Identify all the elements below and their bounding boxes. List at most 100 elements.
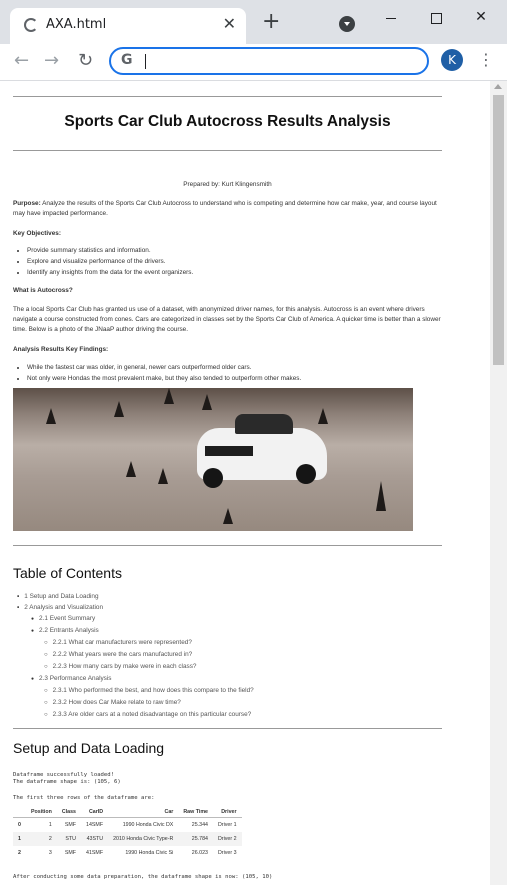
autocross-paragraph: The a local Sports Car Club has granted … bbox=[13, 306, 441, 333]
cone-shape bbox=[376, 481, 386, 511]
toc-link[interactable]: 2.3 Performance Analysis bbox=[13, 673, 254, 685]
table-cell: Driver 2 bbox=[212, 832, 242, 846]
close-tab-icon[interactable]: ✕ bbox=[223, 15, 236, 33]
toc-link[interactable]: 2.3.3 Are older cars at a noted disadvan… bbox=[13, 709, 254, 721]
browser-menu-button[interactable]: ⋮ bbox=[478, 50, 494, 70]
table-cell: SMF bbox=[64, 850, 76, 856]
profile-avatar[interactable]: K bbox=[441, 49, 463, 71]
table-cell: Driver 1 bbox=[217, 822, 237, 828]
table-header-row: Position Class CarID Car Raw Time Driver bbox=[13, 807, 242, 818]
autocross-heading: What is Autocross? bbox=[13, 287, 73, 294]
prepared-by: Prepared by: Kurt Klingensmith bbox=[183, 181, 272, 188]
table-cell: 2 bbox=[25, 832, 57, 846]
cone-shape bbox=[318, 408, 328, 424]
objectives-heading: Key Objectives: bbox=[13, 230, 61, 237]
column-header: Position bbox=[25, 807, 57, 818]
autocross-photo bbox=[13, 388, 413, 531]
purpose-paragraph: Purpose: Analyze the results of the Spor… bbox=[13, 199, 442, 219]
column-header: Car bbox=[108, 807, 179, 818]
table-cell: 26.023 bbox=[191, 850, 208, 856]
reload-button[interactable]: ↻ bbox=[78, 50, 93, 72]
wheel-shape bbox=[203, 468, 223, 488]
cone-shape bbox=[164, 388, 174, 404]
divider bbox=[13, 728, 442, 729]
toc-link[interactable]: 2.1 Event Summary bbox=[13, 613, 254, 625]
table-cell: 1990 Honda Civic DX bbox=[122, 822, 174, 828]
toc-link[interactable]: 2.2 Entrants Analysis bbox=[13, 625, 254, 637]
cone-shape bbox=[202, 394, 212, 410]
toc-link[interactable]: 2.2.2 What years were the cars manufactu… bbox=[13, 649, 254, 661]
column-header: CarID bbox=[81, 807, 109, 818]
browser-tab[interactable]: AXA.html ✕ bbox=[10, 8, 246, 44]
tab-title: AXA.html bbox=[46, 17, 107, 32]
forward-button[interactable]: → bbox=[44, 50, 59, 72]
page-title: Sports Car Club Autocross Results Analys… bbox=[64, 113, 391, 130]
list-item: While the fastest car was older, in gene… bbox=[27, 362, 442, 373]
purpose-text: Analyze the results of the Sports Car Cl… bbox=[13, 200, 437, 217]
toc-link[interactable]: 2.2.3 How many cars by make were in each… bbox=[13, 661, 254, 673]
loading-favicon-icon bbox=[24, 18, 38, 32]
findings-heading: Analysis Results Key Findings: bbox=[13, 346, 109, 353]
output-line: The first three rows of the dataframe ar… bbox=[13, 795, 155, 801]
scroll-up-arrow-icon[interactable] bbox=[494, 84, 502, 89]
toc-heading: Table of Contents bbox=[13, 565, 122, 581]
toc-link[interactable]: 2.3.2 How does Car Make relate to raw ti… bbox=[13, 697, 254, 709]
table-cell: 14SMF bbox=[86, 822, 104, 828]
car-grille-shape bbox=[205, 446, 253, 456]
cone-shape bbox=[126, 461, 136, 477]
tab-strip: AXA.html ✕ + ✕ bbox=[0, 0, 507, 44]
back-button[interactable]: ← bbox=[14, 50, 29, 72]
car-window-shape bbox=[235, 414, 293, 434]
column-header: Raw Time bbox=[178, 807, 213, 818]
table-cell: 2010 Honda Civic Type-R bbox=[108, 832, 179, 846]
list-item: Not only were Hondas the most prevalent … bbox=[27, 373, 442, 384]
toc-link[interactable]: 2 Analysis and Visualization bbox=[13, 602, 254, 613]
table-of-contents: 1 Setup and Data Loading 2 Analysis and … bbox=[13, 591, 254, 721]
minimize-button[interactable] bbox=[376, 6, 406, 30]
address-bar[interactable]: G bbox=[109, 47, 429, 75]
page-scrollbar[interactable] bbox=[490, 81, 507, 885]
scrollbar-thumb[interactable] bbox=[493, 95, 504, 365]
wheel-shape bbox=[296, 464, 316, 484]
column-header bbox=[13, 807, 26, 818]
table-cell: 25.344 bbox=[191, 822, 208, 828]
table-cell: 25.784 bbox=[178, 832, 213, 846]
column-header: Driver bbox=[212, 807, 242, 818]
table-cell: 1 bbox=[48, 822, 52, 828]
list-item: Provide summary statistics and informati… bbox=[27, 245, 442, 256]
divider bbox=[13, 545, 442, 546]
row-index: 2 bbox=[18, 850, 21, 856]
close-window-button[interactable]: ✕ bbox=[466, 6, 496, 30]
tab-search-icon[interactable] bbox=[339, 16, 355, 32]
table-row: 0 1 SMF 14SMF 1990 Honda Civic DX 25.344… bbox=[13, 818, 242, 833]
toc-link[interactable]: 2.2.1 What car manufacturers were repres… bbox=[13, 637, 254, 649]
page-viewport: Sports Car Club Autocross Results Analys… bbox=[0, 81, 490, 885]
table-cell: 43STU bbox=[81, 832, 109, 846]
cone-shape bbox=[46, 408, 56, 424]
new-tab-button[interactable]: + bbox=[262, 11, 280, 33]
divider bbox=[13, 150, 442, 151]
cone-shape bbox=[223, 508, 233, 524]
toc-link[interactable]: 2.3.1 Who performed the best, and how do… bbox=[13, 685, 254, 697]
output-line: The dataframe shape is: (105, 6) bbox=[13, 779, 121, 785]
browser-toolbar: ← → ↻ G K ⋮ bbox=[0, 44, 507, 81]
toc-link[interactable]: 1 Setup and Data Loading bbox=[13, 591, 254, 602]
purpose-label: Purpose: bbox=[13, 200, 41, 207]
findings-list: While the fastest car was older, in gene… bbox=[13, 362, 442, 384]
divider bbox=[13, 96, 442, 97]
row-index: 1 bbox=[13, 832, 26, 846]
google-icon: G bbox=[121, 52, 133, 68]
table-cell: 1990 Honda Civic Si bbox=[125, 850, 174, 856]
setup-heading: Setup and Data Loading bbox=[13, 740, 165, 756]
table-cell: Driver 3 bbox=[217, 850, 237, 856]
table-cell: SMF bbox=[64, 822, 76, 828]
list-item: Identify any insights from the data for … bbox=[27, 267, 442, 278]
table-cell: STU bbox=[56, 832, 81, 846]
table-row: 1 2 STU 43STU 2010 Honda Civic Type-R 25… bbox=[13, 832, 242, 846]
row-index: 0 bbox=[18, 822, 21, 828]
maximize-button[interactable] bbox=[421, 6, 451, 30]
cone-shape bbox=[158, 468, 168, 484]
table-cell: 3 bbox=[48, 850, 52, 856]
list-item: Explore and visualize performance of the… bbox=[27, 256, 442, 267]
cone-shape bbox=[114, 401, 124, 417]
